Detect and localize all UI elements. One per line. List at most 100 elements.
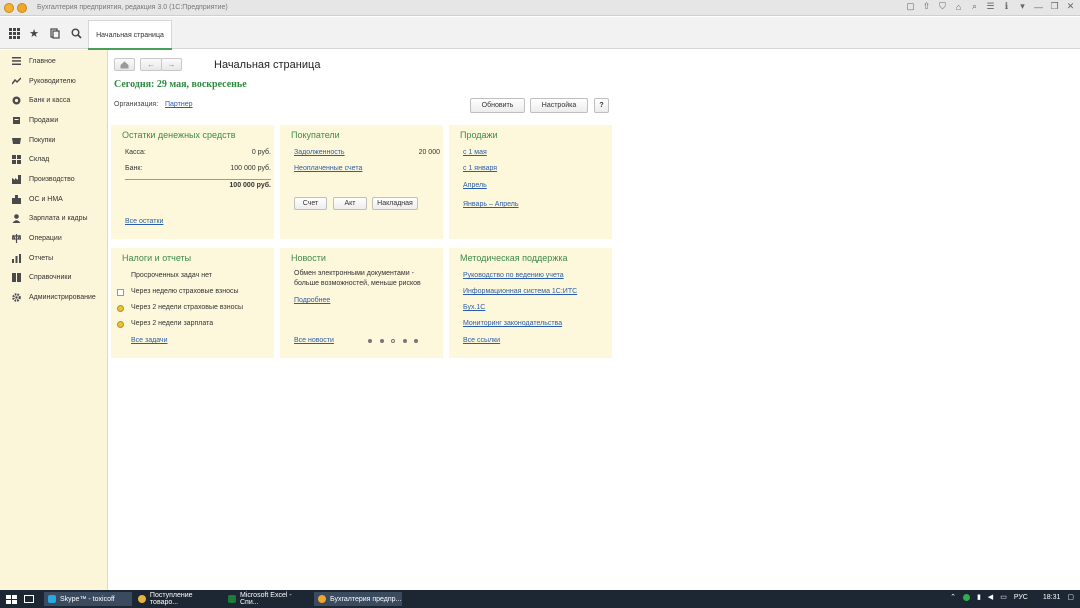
minimize-icon[interactable]: — bbox=[1033, 2, 1044, 12]
sidebar-item-bank[interactable]: Банк и касса bbox=[0, 92, 108, 108]
settings-button[interactable]: Настройка bbox=[530, 98, 588, 113]
tab-home-page[interactable]: Начальная страница bbox=[88, 20, 172, 50]
clock[interactable]: 18:31 bbox=[1043, 594, 1061, 601]
carousel-dot[interactable] bbox=[368, 339, 372, 343]
taskbar-browser[interactable]: Поступление товаро... bbox=[134, 592, 222, 606]
task-view-icon[interactable] bbox=[24, 592, 40, 606]
apps-grid-icon[interactable] bbox=[6, 25, 22, 41]
notifications-icon[interactable]: ▢ bbox=[1067, 593, 1074, 601]
task-item: Через 2 недели зарплата bbox=[131, 320, 214, 327]
window-icon-6[interactable]: ☰ bbox=[985, 1, 996, 12]
taskbar-excel[interactable]: Microsoft Excel - Спи... bbox=[224, 592, 312, 606]
home-icon bbox=[120, 61, 129, 68]
refresh-button[interactable]: Обновить bbox=[470, 98, 525, 113]
today-date: Сегодня: 29 мая, воскресенье bbox=[114, 79, 247, 90]
task-item: Через неделю страховые взносы bbox=[131, 288, 239, 295]
forward-button[interactable]: → bbox=[161, 58, 182, 71]
top-toolbar: ★ Начальная страница bbox=[0, 17, 1080, 50]
window-icon-5[interactable]: ⌕ bbox=[969, 1, 980, 12]
sidebar-item-label: Покупки bbox=[29, 136, 56, 144]
panel-methodical-support: Методическая поддержка Руководство по ве… bbox=[449, 248, 612, 358]
home-button[interactable] bbox=[114, 58, 135, 71]
factory-icon bbox=[12, 174, 21, 184]
network-icon[interactable]: ▮ bbox=[977, 593, 981, 601]
sales-since-january-link[interactable]: с 1 января bbox=[463, 165, 497, 172]
tray-app-icon[interactable] bbox=[962, 593, 970, 601]
maximize-icon[interactable]: ❐ bbox=[1049, 1, 1060, 12]
panel-title: Налоги и отчеты bbox=[122, 253, 192, 263]
buh1c-link[interactable]: Бух.1С bbox=[463, 304, 485, 311]
sidebar-item-label: Справочники bbox=[29, 273, 72, 281]
carousel-dot[interactable] bbox=[380, 339, 384, 343]
news-more-link[interactable]: Подробнее bbox=[294, 297, 330, 304]
windows-start-icon[interactable] bbox=[4, 593, 18, 605]
window-icon-2[interactable]: ⇧ bbox=[921, 1, 932, 12]
taskbar-1c[interactable]: Бухгалтерия предпр... bbox=[314, 592, 402, 606]
carousel-dot[interactable] bbox=[403, 339, 407, 343]
sidebar-item-assets[interactable]: ОС и НМА bbox=[0, 191, 108, 207]
window-icon-8[interactable]: ▾ bbox=[1017, 1, 1028, 12]
organization-link[interactable]: Партнер bbox=[165, 101, 193, 108]
invoice-button[interactable]: Счет bbox=[294, 197, 327, 210]
close-icon[interactable]: ✕ bbox=[1065, 1, 1076, 12]
app-logo-icon[interactable] bbox=[4, 2, 14, 13]
organization-label: Организация: bbox=[114, 101, 159, 108]
search-icon[interactable] bbox=[68, 25, 84, 41]
waybill-button[interactable]: Накладная bbox=[372, 197, 418, 210]
sales-january-april-link[interactable]: Январь – Апрель bbox=[463, 201, 519, 208]
sidebar-item-label: Отчеты bbox=[29, 254, 54, 262]
carousel-dot[interactable] bbox=[414, 339, 418, 343]
act-button[interactable]: Акт bbox=[333, 197, 367, 210]
divider bbox=[125, 179, 271, 180]
cart-icon bbox=[12, 116, 21, 125]
browser-icon bbox=[138, 595, 146, 603]
unpaid-invoices-link[interactable]: Неоплаченные счета bbox=[294, 165, 362, 172]
tray-arrow-icon[interactable]: ⌃ bbox=[950, 593, 956, 601]
sidebar-item-manager[interactable]: Руководителю bbox=[0, 73, 108, 89]
accounting-guide-link[interactable]: Руководство по ведению учета bbox=[463, 272, 564, 279]
page-title: Начальная страница bbox=[214, 59, 321, 71]
sidebar-item-sales[interactable]: Продажи bbox=[0, 112, 108, 128]
sidebar-item-warehouse[interactable]: Склад bbox=[0, 151, 108, 167]
sales-april-link[interactable]: Апрель bbox=[463, 182, 487, 189]
sidebar-item-catalogs[interactable]: Справочники bbox=[0, 269, 108, 285]
sidebar-item-label: ОС и НМА bbox=[29, 195, 63, 203]
debt-link[interactable]: Задолженность bbox=[294, 149, 345, 156]
sidebar-item-admin[interactable]: Администрирование bbox=[0, 289, 108, 305]
sidebar-item-reports[interactable]: Отчеты bbox=[0, 250, 108, 266]
history-icon[interactable] bbox=[47, 25, 63, 41]
all-tasks-link[interactable]: Все задачи bbox=[131, 337, 168, 344]
sidebar-item-production[interactable]: Производство bbox=[0, 171, 108, 187]
keyboard-icon[interactable]: ▭ bbox=[1000, 593, 1007, 601]
task-warning-icon bbox=[117, 305, 124, 312]
sidebar-item-main[interactable]: Главное bbox=[0, 53, 108, 69]
window-icon-1[interactable]: ▢ bbox=[905, 1, 916, 12]
sidebar-item-label: Производство bbox=[29, 175, 75, 183]
volume-icon[interactable]: ◀ bbox=[988, 593, 993, 601]
all-news-link[interactable]: Все новости bbox=[294, 337, 334, 344]
window-icon-7[interactable]: ℹ bbox=[1001, 1, 1012, 12]
taskbar-skype[interactable]: Skype™ - toxicoff bbox=[44, 592, 132, 606]
carousel-dot-active[interactable] bbox=[391, 339, 395, 343]
sidebar-item-salary[interactable]: Зарплата и кадры bbox=[0, 210, 108, 226]
task-checkbox-icon[interactable] bbox=[117, 289, 124, 296]
its-system-link[interactable]: Информационная система 1С:ИТС bbox=[463, 288, 577, 295]
windows-taskbar: Skype™ - toxicoff Поступление товаро... … bbox=[0, 590, 1080, 608]
all-balances-link[interactable]: Все остатки bbox=[125, 218, 163, 225]
all-links-link[interactable]: Все ссылки bbox=[463, 337, 500, 344]
sidebar-item-operations[interactable]: Операции bbox=[0, 230, 108, 246]
sidebar-item-purchases[interactable]: Покупки bbox=[0, 132, 108, 148]
person-icon bbox=[12, 213, 21, 223]
favorites-star-icon[interactable]: ★ bbox=[26, 25, 42, 41]
task-warning-icon bbox=[117, 321, 124, 328]
legislation-monitoring-link[interactable]: Мониторинг законодательства bbox=[463, 320, 562, 327]
sales-since-may-link[interactable]: с 1 мая bbox=[463, 149, 487, 156]
back-button[interactable]: ← bbox=[140, 58, 162, 71]
window-icon-4[interactable]: ⌂ bbox=[953, 2, 964, 12]
help-button[interactable]: ? bbox=[594, 98, 609, 113]
sidebar-item-label: Руководителю bbox=[29, 77, 76, 85]
language-indicator[interactable]: РУС bbox=[1014, 594, 1028, 601]
chart-line-icon bbox=[12, 77, 21, 86]
app-menu-icon[interactable] bbox=[17, 2, 27, 13]
window-icon-3[interactable]: ⛉ bbox=[937, 1, 948, 12]
